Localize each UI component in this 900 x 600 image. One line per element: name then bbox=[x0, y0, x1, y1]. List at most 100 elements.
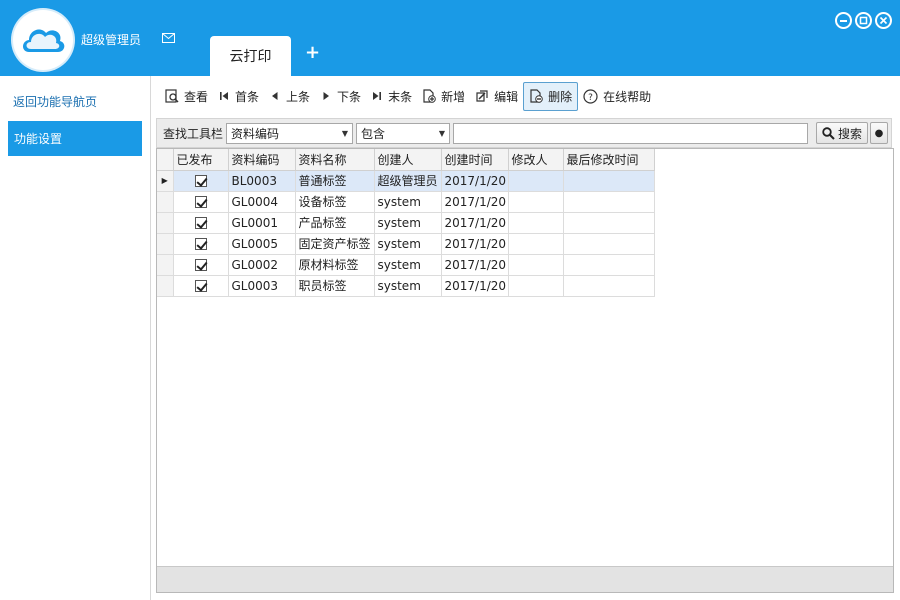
table-row[interactable]: GL0001 产品标签 system 2017/1/20 bbox=[157, 212, 655, 234]
search-button[interactable]: 搜索 bbox=[816, 122, 869, 144]
sidebar: 返回功能导航页 功能设置 bbox=[0, 76, 151, 600]
cell-modifier[interactable] bbox=[508, 233, 564, 255]
cell-name[interactable]: 产品标签 bbox=[295, 212, 375, 234]
mail-icon[interactable] bbox=[162, 33, 175, 43]
sidebar-item-function-settings[interactable]: 功能设置 bbox=[8, 121, 142, 156]
last-record-button[interactable]: 末条 bbox=[366, 82, 417, 111]
tab-cloud-print[interactable]: 云打印 bbox=[210, 36, 291, 76]
cell-code[interactable]: GL0003 bbox=[228, 275, 296, 297]
cell-code[interactable]: GL0001 bbox=[228, 212, 296, 234]
edit-button[interactable]: 编辑 bbox=[470, 82, 523, 111]
cell-code[interactable]: GL0005 bbox=[228, 233, 296, 255]
row-indicator[interactable] bbox=[157, 191, 174, 213]
cell-modified[interactable] bbox=[563, 233, 655, 255]
column-header[interactable]: 创建人 bbox=[374, 149, 442, 171]
published-cell[interactable] bbox=[173, 275, 229, 297]
cell-created[interactable]: 2017/1/20 bbox=[441, 170, 509, 192]
published-checkbox[interactable] bbox=[194, 238, 207, 250]
first-record-button[interactable]: 首条 bbox=[213, 82, 264, 111]
cell-code[interactable]: GL0004 bbox=[228, 191, 296, 213]
column-header[interactable]: 最后修改时间 bbox=[563, 149, 655, 171]
table-row[interactable]: GL0002 原材料标签 system 2017/1/20 bbox=[157, 254, 655, 276]
svg-text:?: ? bbox=[588, 93, 593, 103]
cell-created[interactable]: 2017/1/20 bbox=[441, 254, 509, 276]
published-cell[interactable] bbox=[173, 233, 229, 255]
cell-modified[interactable] bbox=[563, 170, 655, 192]
cell-created[interactable]: 2017/1/20 bbox=[441, 191, 509, 213]
row-indicator[interactable]: ▶ bbox=[157, 170, 174, 192]
next-record-button[interactable]: 下条 bbox=[315, 82, 366, 111]
cell-creator[interactable]: system bbox=[374, 275, 442, 297]
cell-creator[interactable]: 超级管理员 bbox=[374, 170, 442, 192]
close-icon[interactable] bbox=[875, 12, 892, 29]
sidebar-item-back-to-nav[interactable]: 返回功能导航页 bbox=[13, 93, 97, 110]
cell-code[interactable]: GL0002 bbox=[228, 254, 296, 276]
view-button[interactable]: 查看 bbox=[160, 82, 213, 111]
prev-label: 上条 bbox=[286, 89, 311, 104]
cell-created[interactable]: 2017/1/20 bbox=[441, 233, 509, 255]
published-cell[interactable] bbox=[173, 170, 229, 192]
row-indicator[interactable] bbox=[157, 254, 174, 276]
cell-modifier[interactable] bbox=[508, 170, 564, 192]
table-row[interactable]: GL0005 固定资产标签 system 2017/1/20 bbox=[157, 233, 655, 255]
cell-creator[interactable]: system bbox=[374, 191, 442, 213]
row-indicator[interactable] bbox=[157, 275, 174, 297]
cloud-logo-icon bbox=[13, 10, 73, 70]
cell-modified[interactable] bbox=[563, 212, 655, 234]
edit-icon bbox=[476, 90, 488, 102]
cell-modified[interactable] bbox=[563, 191, 655, 213]
prev-record-button[interactable]: 上条 bbox=[264, 82, 315, 111]
maximize-icon[interactable] bbox=[855, 12, 872, 29]
cell-created[interactable]: 2017/1/20 bbox=[441, 275, 509, 297]
published-cell[interactable] bbox=[173, 254, 229, 276]
table-row[interactable]: GL0003 职员标签 system 2017/1/20 bbox=[157, 275, 655, 297]
cell-creator[interactable]: system bbox=[374, 233, 442, 255]
row-indicator[interactable] bbox=[157, 212, 174, 234]
search-input[interactable] bbox=[453, 122, 809, 144]
add-tab-button[interactable]: + bbox=[305, 42, 320, 63]
cell-name[interactable]: 设备标签 bbox=[295, 191, 375, 213]
cell-modifier[interactable] bbox=[508, 254, 564, 276]
published-checkbox[interactable] bbox=[194, 175, 207, 187]
help-button[interactable]: ? 在线帮助 bbox=[578, 82, 656, 111]
search-field-select[interactable]: 资料编码 ▼ bbox=[226, 122, 354, 144]
published-cell[interactable] bbox=[173, 191, 229, 213]
minimize-icon[interactable] bbox=[835, 12, 852, 29]
published-checkbox[interactable] bbox=[194, 217, 207, 229]
published-cell[interactable] bbox=[173, 212, 229, 234]
add-button[interactable]: 新增 bbox=[417, 82, 470, 111]
table-row[interactable]: ▶ BL0003 普通标签 超级管理员 2017/1/20 bbox=[157, 170, 655, 192]
column-header[interactable]: 修改人 bbox=[508, 149, 564, 171]
delete-button[interactable]: 删除 bbox=[523, 81, 579, 111]
column-header[interactable]: 资料名称 bbox=[295, 149, 375, 171]
published-checkbox[interactable] bbox=[194, 280, 207, 292]
cell-code[interactable]: BL0003 bbox=[228, 170, 296, 192]
published-checkbox[interactable] bbox=[194, 259, 207, 271]
cell-modifier[interactable] bbox=[508, 212, 564, 234]
row-indicator[interactable] bbox=[157, 233, 174, 255]
username-label[interactable]: 超级管理员 bbox=[81, 31, 141, 48]
cell-modified[interactable] bbox=[563, 275, 655, 297]
main-panel: 查看 首条 上条 下条 末条 新增 编辑 删除 ? 在线帮助 查找工具栏 资料编… bbox=[152, 76, 900, 600]
search-toolbar: 查找工具栏 资料编码 ▼ 包含 ▼ 搜索 ● bbox=[156, 118, 892, 148]
first-label: 首条 bbox=[235, 89, 260, 104]
cell-name[interactable]: 原材料标签 bbox=[295, 254, 375, 276]
published-checkbox[interactable] bbox=[194, 196, 207, 208]
help-icon: ? bbox=[583, 88, 598, 104]
cell-name[interactable]: 固定资产标签 bbox=[295, 233, 375, 255]
cell-name[interactable]: 职员标签 bbox=[295, 275, 375, 297]
column-header[interactable]: 已发布 bbox=[173, 149, 229, 171]
search-operator-select[interactable]: 包含 ▼ bbox=[356, 122, 451, 144]
cell-modified[interactable] bbox=[563, 254, 655, 276]
search-options-button[interactable]: ● bbox=[870, 122, 889, 144]
table-row[interactable]: GL0004 设备标签 system 2017/1/20 bbox=[157, 191, 655, 213]
column-header[interactable]: 创建时间 bbox=[441, 149, 509, 171]
cell-creator[interactable]: system bbox=[374, 212, 442, 234]
search-field-value: 资料编码 bbox=[231, 126, 280, 141]
column-header[interactable]: 资料编码 bbox=[228, 149, 296, 171]
cell-modifier[interactable] bbox=[508, 275, 564, 297]
cell-modifier[interactable] bbox=[508, 191, 564, 213]
cell-created[interactable]: 2017/1/20 bbox=[441, 212, 509, 234]
cell-creator[interactable]: system bbox=[374, 254, 442, 276]
cell-name[interactable]: 普通标签 bbox=[295, 170, 375, 192]
